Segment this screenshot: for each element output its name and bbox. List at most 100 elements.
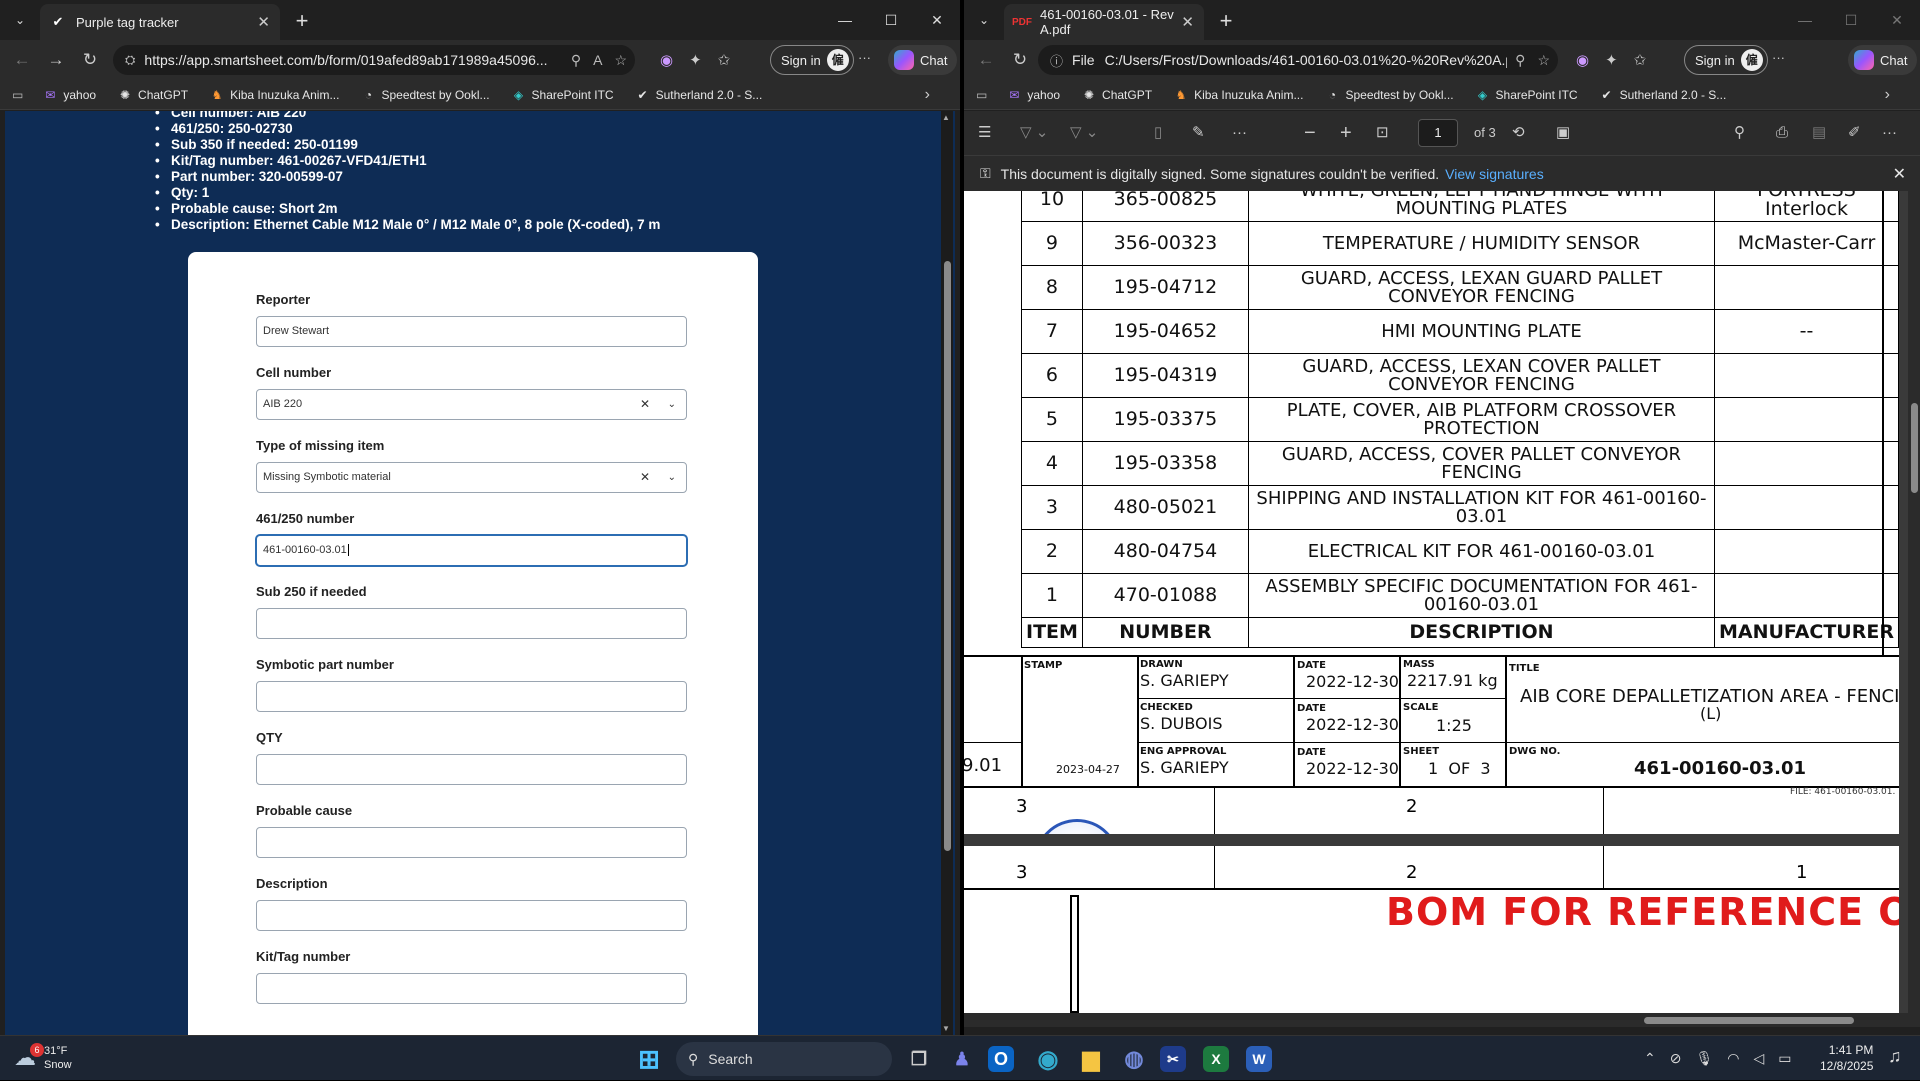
favorite-speedtest[interactable]: ◔ Speedtest by Ookl...: [361, 88, 490, 102]
network-off-icon[interactable]: ⊘: [1670, 1050, 1682, 1067]
clear-icon[interactable]: ✕: [640, 463, 650, 492]
refresh-button[interactable]: ↻: [1008, 50, 1032, 70]
favorites-icon[interactable]: ✩: [718, 51, 731, 69]
outlook-icon[interactable]: O: [988, 1046, 1014, 1072]
read-aloud-icon[interactable]: A: [593, 52, 602, 68]
scrollbar-thumb[interactable]: [1911, 403, 1918, 493]
zoom-out-button[interactable]: −: [1304, 111, 1316, 155]
more-menu-icon[interactable]: ···: [1772, 50, 1785, 65]
task-view-icon[interactable]: ❐: [902, 1042, 936, 1076]
favorite-sharepoint[interactable]: ◈ SharePoint ITC: [1476, 88, 1578, 102]
address-bar[interactable]: ⓘ File C:/Users/Frost/Downloads/461-0016…: [1038, 45, 1558, 75]
word-icon[interactable]: W: [1246, 1046, 1272, 1072]
close-notice-icon[interactable]: ✕: [1893, 164, 1906, 184]
chevron-right-icon[interactable]: ›: [1885, 86, 1890, 104]
favorite-chatgpt[interactable]: ✺ ChatGPT: [1082, 88, 1152, 102]
zoom-in-button[interactable]: +: [1340, 111, 1352, 155]
close-window-button[interactable]: ✕: [1874, 0, 1920, 40]
discord-icon[interactable]: ◍: [1117, 1042, 1151, 1076]
favorites-icon[interactable]: ✩: [1634, 51, 1647, 69]
refresh-button[interactable]: ↻: [78, 50, 102, 70]
favorite-chatgpt[interactable]: ✺ ChatGPT: [118, 88, 188, 102]
favorite-sutherland[interactable]: ✔ Sutherland 2.0 - S...: [1600, 88, 1727, 102]
rotate-icon[interactable]: ⟲: [1512, 111, 1525, 155]
extensions-icon[interactable]: ✦: [689, 51, 702, 69]
notification-bell-icon[interactable]: ♫: [1888, 1046, 1902, 1067]
tab-actions-menu[interactable]: ⌄: [972, 9, 996, 31]
save-icon[interactable]: ▤: [1812, 111, 1826, 155]
favorite-star-icon[interactable]: ☆: [1537, 52, 1550, 69]
chevron-up-icon[interactable]: ⌃: [1644, 1050, 1656, 1067]
qty-input[interactable]: [256, 754, 687, 785]
chevron-right-icon[interactable]: ›: [925, 86, 930, 104]
zoom-icon[interactable]: ⚲: [571, 52, 581, 69]
more-tools-icon[interactable]: ···: [1232, 111, 1247, 155]
ai-tools-icon[interactable]: ✎: [1192, 111, 1205, 155]
favorite-kiba[interactable]: ♞ Kiba Inuzuka Anim...: [1174, 88, 1304, 102]
pdf-viewport[interactable]: 10365-00825WHITE, GREEN, LEFT HAND HINGE…: [964, 191, 1908, 1013]
zoom-icon[interactable]: ⚲: [1515, 52, 1525, 69]
save-as-icon[interactable]: ✐: [1848, 111, 1861, 155]
pdf-horizontal-scrollbar[interactable]: [964, 1013, 1908, 1027]
maximize-button[interactable]: ☐: [1828, 0, 1874, 40]
weather-widget[interactable]: ☁ 6 31°F Snow: [14, 1043, 72, 1072]
collections-icon[interactable]: ▭: [12, 88, 23, 102]
microphone-icon[interactable]: 🎙: [1695, 1050, 1713, 1067]
scrollbar-thumb[interactable]: [1644, 1017, 1854, 1024]
search-icon[interactable]: ⚲: [1734, 111, 1745, 155]
reporter-input[interactable]: Drew Stewart: [256, 316, 687, 347]
start-button[interactable]: ⊞: [632, 1042, 666, 1076]
collections-icon[interactable]: ▭: [976, 88, 987, 102]
excel-icon[interactable]: X: [1203, 1046, 1229, 1072]
type-missing-select[interactable]: Missing Symbotic material ✕ ⌄: [256, 462, 687, 493]
favorite-star-icon[interactable]: ☆: [614, 52, 627, 69]
scroll-up-icon[interactable]: ▲: [942, 113, 950, 122]
maximize-button[interactable]: ☐: [868, 0, 914, 40]
info-icon[interactable]: ⓘ: [1050, 51, 1063, 70]
teams-icon[interactable]: ♟: [945, 1042, 979, 1076]
favorite-sutherland[interactable]: ✔ Sutherland 2.0 - S...: [636, 88, 763, 102]
favorite-yahoo[interactable]: ✉ yahoo: [43, 88, 96, 102]
sign-in-button[interactable]: Sign in 僱: [770, 45, 854, 75]
address-bar[interactable]: ⛭ https://app.smartsheet.com/b/form/019a…: [113, 45, 635, 75]
text-icon[interactable]: ▯: [1154, 111, 1162, 155]
highlight-icon[interactable]: ▽ ⌄: [1020, 111, 1048, 155]
scroll-down-icon[interactable]: ▼: [942, 1024, 950, 1033]
chevron-down-icon[interactable]: ⌄: [668, 463, 676, 492]
sign-in-button[interactable]: Sign in 僱: [1684, 45, 1768, 75]
favorite-speedtest[interactable]: ◔ Speedtest by Ookl...: [1325, 88, 1454, 102]
back-button[interactable]: ←: [10, 50, 34, 70]
kit-tag-input[interactable]: [256, 973, 687, 1004]
forward-button[interactable]: →: [44, 50, 68, 70]
page-number-input[interactable]: 1: [1418, 119, 1458, 147]
taskbar-search[interactable]: ⚲ Search: [676, 1042, 892, 1076]
new-tab-button[interactable]: +: [290, 8, 314, 34]
copilot-chat-button[interactable]: Chat: [1848, 45, 1918, 75]
tab-purple-tag-tracker[interactable]: ✔ Purple tag tracker ✕: [40, 4, 280, 40]
fit-page-icon[interactable]: ⊡: [1376, 111, 1389, 155]
tab-pdf[interactable]: PDF 461-00160-03.01 - Rev A.pdf ✕: [1004, 4, 1204, 40]
sub-250-input[interactable]: [256, 608, 687, 639]
print-icon[interactable]: ⎙: [1776, 111, 1788, 155]
extension-icon[interactable]: ◉: [660, 51, 673, 69]
symbotic-part-input[interactable]: [256, 681, 687, 712]
copilot-chat-button[interactable]: Chat: [888, 45, 958, 75]
volume-icon[interactable]: ◁: [1753, 1050, 1764, 1067]
page-scrollbar[interactable]: ▲ ▼: [941, 111, 953, 1035]
close-tab-icon[interactable]: ✕: [1181, 13, 1194, 31]
close-window-button[interactable]: ✕: [914, 0, 960, 40]
pdf-vertical-scrollbar[interactable]: [1908, 191, 1920, 1027]
clear-icon[interactable]: ✕: [640, 390, 650, 419]
favorite-kiba[interactable]: ♞ Kiba Inuzuka Anim...: [210, 88, 340, 102]
more-menu-icon[interactable]: ···: [858, 50, 871, 65]
back-button[interactable]: ←: [974, 50, 998, 70]
battery-icon[interactable]: ▭: [1778, 1050, 1791, 1067]
new-tab-button[interactable]: +: [1214, 8, 1238, 34]
probable-cause-input[interactable]: [256, 827, 687, 858]
461-250-number-input[interactable]: 461-00160-03.01: [256, 535, 687, 566]
tab-actions-menu[interactable]: ⌄: [8, 9, 32, 31]
close-tab-icon[interactable]: ✕: [257, 13, 270, 31]
edge-icon[interactable]: ◉: [1031, 1042, 1065, 1076]
file-explorer-icon[interactable]: ▆: [1074, 1042, 1108, 1076]
scrollbar-thumb[interactable]: [944, 261, 951, 851]
